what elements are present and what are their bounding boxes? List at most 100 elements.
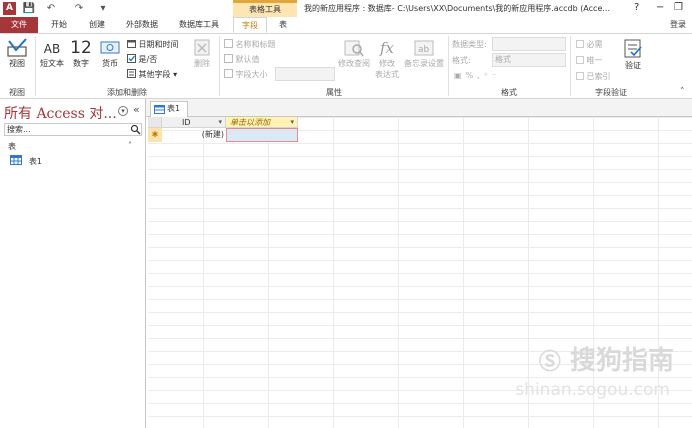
login-link[interactable]: 登录 <box>670 17 686 33</box>
modify-expression-button[interactable]: fx 修改 表达式 <box>374 38 400 80</box>
nav-search-input[interactable]: 搜索... <box>4 123 142 136</box>
customize-qat-icon[interactable]: ▾ <box>98 2 108 15</box>
unique-checkbox[interactable]: 唯一 <box>576 55 603 66</box>
date-time-button[interactable]: 日期和时间 <box>127 39 179 50</box>
collapse-section-icon[interactable]: ˄ <box>128 141 132 150</box>
currency-icon <box>100 41 120 54</box>
indexed-checkbox[interactable]: 已索引 <box>576 71 611 82</box>
short-text-icon: AB <box>43 42 61 56</box>
modify-expression-label-1: 修改 <box>379 59 395 68</box>
tab-external-data[interactable]: 外部数据 <box>120 17 164 33</box>
format-label: 格式: <box>452 56 471 65</box>
number-icon: 12 <box>70 38 92 58</box>
short-text-label: 短文本 <box>40 59 64 68</box>
shutter-bar-close-icon[interactable]: « <box>133 103 140 116</box>
tab-fields[interactable]: 字段 <box>233 17 267 33</box>
yes-no-label: 是/否 <box>138 55 158 64</box>
required-checkbox[interactable]: 必需 <box>576 39 603 50</box>
data-type-select[interactable] <box>492 37 566 51</box>
watermark-url: shinan.sogou.com <box>515 380 670 400</box>
delete-label: 删除 <box>194 59 210 68</box>
column-header-id-label: ID <box>182 118 191 127</box>
delete-icon <box>194 39 210 56</box>
number-format-buttons[interactable]: ▣%,⁺⁻ <box>454 71 500 80</box>
more-fields-button[interactable]: 其他字段 ▾ <box>127 69 177 80</box>
currency-button[interactable]: 货币 <box>98 38 122 69</box>
view-button[interactable]: 视图 <box>4 38 30 69</box>
tab-table[interactable]: 表 <box>272 17 294 33</box>
search-icon[interactable] <box>130 124 141 135</box>
tab-create[interactable]: 创建 <box>82 17 112 33</box>
access-logo-icon: A <box>3 2 16 15</box>
indexed-checkbox-icon <box>576 72 584 80</box>
new-record-add-cell[interactable] <box>226 128 298 142</box>
yes-no-button[interactable]: 是/否 <box>127 54 157 65</box>
tab-database-tools[interactable]: 数据库工具 <box>174 17 224 33</box>
navigation-pane <box>0 99 146 428</box>
document-tab-table1[interactable]: 表1 <box>150 101 188 117</box>
save-icon[interactable]: 💾 <box>22 2 36 15</box>
chevron-down-icon: ▾ <box>173 70 178 79</box>
modify-lookups-label: 修改查阅 <box>338 59 370 68</box>
number-label: 数字 <box>73 59 89 68</box>
delete-button[interactable]: 删除 <box>190 38 214 69</box>
default-value-button[interactable]: 默认值 <box>224 54 260 65</box>
column-header-id[interactable]: ID ▾ <box>162 117 226 128</box>
context-tab-group: 表格工具 <box>233 0 297 17</box>
help-icon[interactable]: ? <box>634 2 639 13</box>
nav-item-table1[interactable]: 表1 <box>10 155 42 167</box>
redo-icon[interactable]: ↷ <box>72 2 86 15</box>
short-text-button[interactable]: AB 短文本 <box>38 40 66 69</box>
modify-lookups-button[interactable]: 修改查阅 <box>337 38 371 69</box>
modify-expression-label-2: 表达式 <box>375 70 399 79</box>
data-type-label: 数据类型: <box>452 40 487 49</box>
memo-settings-button[interactable]: ab 备忘录设置 <box>402 38 446 69</box>
select-all-corner[interactable] <box>148 117 162 128</box>
nav-pane-title[interactable]: 所有 Access 对... <box>4 103 117 123</box>
group-label-add-delete: 添加和删除 <box>107 88 147 97</box>
tab-home[interactable]: 开始 <box>44 17 74 33</box>
percent-icon[interactable]: % <box>466 71 478 80</box>
undo-icon[interactable]: ↶ <box>44 2 58 15</box>
validation-button[interactable]: 验证 <box>620 38 646 71</box>
group-label-validation: 字段验证 <box>595 88 627 97</box>
format-select[interactable]: 格式 <box>492 53 566 67</box>
memo-settings-icon: ab <box>414 40 434 56</box>
minimize-icon[interactable]: − <box>656 2 664 13</box>
function-icon: fx <box>379 39 394 57</box>
collapse-ribbon-icon[interactable]: ˄ <box>680 87 685 97</box>
new-record-id-cell[interactable]: (新建) <box>162 128 224 142</box>
nav-menu-chevron-icon[interactable]: ▾ <box>118 106 128 116</box>
calendar-icon <box>127 40 136 48</box>
watermark-logo: Ⓢ 搜狗指南 <box>539 340 674 377</box>
field-size-input[interactable] <box>275 67 335 81</box>
svg-text:ab: ab <box>418 45 430 55</box>
increase-decimals-icon[interactable]: ⁺ <box>484 71 492 80</box>
number-button[interactable]: 12 数字 <box>68 38 94 69</box>
currency-format-icon[interactable]: ▣ <box>454 71 466 80</box>
field-size-text: 字段大小 <box>235 70 268 79</box>
default-value-label: 默认值 <box>235 55 260 64</box>
required-checkbox-icon <box>576 40 584 48</box>
window-title: 我的新应用程序 : 数据库- C:\Users\XX\Documents\我的新… <box>304 4 610 13</box>
new-record-marker[interactable]: ✱ <box>148 128 162 142</box>
column-header-click-to-add[interactable]: 单击以添加 ▾ <box>226 117 298 128</box>
click-to-add-label: 单击以添加 <box>230 118 270 127</box>
watermark-icon: Ⓢ <box>538 350 561 375</box>
tab-file[interactable]: 文件 <box>0 17 38 33</box>
name-caption-icon <box>224 39 233 48</box>
validation-label: 验证 <box>625 61 641 70</box>
checkbox-icon <box>127 54 136 63</box>
nav-section-tables[interactable]: 表 <box>8 141 16 152</box>
chevron-down-icon[interactable]: ▾ <box>290 117 294 128</box>
more-fields-icon <box>127 69 136 78</box>
restore-icon[interactable]: ❐ <box>674 2 683 13</box>
date-time-label: 日期和时间 <box>138 40 179 49</box>
name-caption-button[interactable]: 名称和标题 <box>224 39 276 50</box>
view-label: 视图 <box>9 59 25 68</box>
unique-checkbox-icon <box>576 56 584 64</box>
modify-lookups-icon <box>344 40 364 57</box>
decrease-decimals-icon[interactable]: ⁻ <box>492 71 500 80</box>
chevron-down-icon[interactable]: ▾ <box>218 117 222 128</box>
view-icon <box>7 38 27 57</box>
